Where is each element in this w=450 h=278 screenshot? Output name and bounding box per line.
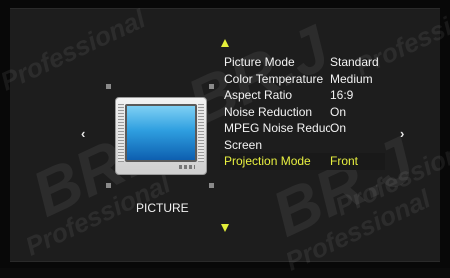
tv-icon bbox=[115, 97, 207, 175]
settings-menu: Picture Mode Standard Color Temperature … bbox=[220, 54, 385, 170]
menu-item-label: Screen bbox=[224, 137, 263, 152]
corner-marker-icon bbox=[106, 183, 111, 188]
menu-item-value: Standard bbox=[330, 55, 379, 69]
menu-item-value: 16:9 bbox=[330, 88, 354, 102]
scroll-down-icon[interactable] bbox=[221, 224, 229, 232]
menu-item-label: Noise Reduction bbox=[224, 104, 313, 119]
menu-item-label: MPEG Noise Reducti bbox=[224, 121, 330, 135]
menu-item-label: Aspect Ratio bbox=[224, 88, 293, 102]
menu-item-color-temperature[interactable]: Color Temperature Medium bbox=[220, 71, 385, 88]
corner-marker-icon bbox=[209, 84, 214, 89]
nav-left-arrow-icon[interactable]: ‹ bbox=[81, 126, 85, 141]
menu-item-projection-mode[interactable]: Projection Mode Front bbox=[220, 153, 385, 170]
nav-right-arrow-icon[interactable]: › bbox=[400, 126, 404, 141]
menu-item-label: Color Temperature bbox=[224, 71, 324, 86]
scroll-up-icon[interactable] bbox=[221, 39, 229, 47]
menu-item-value: Front bbox=[330, 154, 359, 168]
menu-item-mpeg-noise-reduction[interactable]: MPEG Noise Reducti On bbox=[220, 120, 385, 137]
tv-speaker-grille bbox=[198, 104, 204, 162]
menu-item-value: On bbox=[330, 104, 347, 119]
menu-item-aspect-ratio[interactable]: Aspect Ratio 16:9 bbox=[220, 87, 385, 104]
menu-item-value: Medium bbox=[330, 71, 373, 86]
tv-screen bbox=[125, 104, 197, 162]
menu-item-label: Picture Mode bbox=[224, 55, 295, 69]
corner-marker-icon bbox=[209, 183, 214, 188]
menu-item-value: On bbox=[330, 121, 347, 135]
menu-item-label: Projection Mode bbox=[224, 154, 311, 168]
tv-buttons bbox=[179, 165, 195, 169]
menu-item-screen[interactable]: Screen bbox=[220, 137, 385, 154]
tv-speaker-grille bbox=[118, 104, 124, 162]
category-label: PICTURE bbox=[136, 201, 189, 215]
menu-item-noise-reduction[interactable]: Noise Reduction On bbox=[220, 104, 385, 121]
osd-screen: BR.J BR.J BR.J Professional Professional… bbox=[0, 0, 450, 277]
corner-marker-icon bbox=[106, 84, 111, 89]
menu-item-picture-mode[interactable]: Picture Mode Standard bbox=[220, 54, 385, 71]
